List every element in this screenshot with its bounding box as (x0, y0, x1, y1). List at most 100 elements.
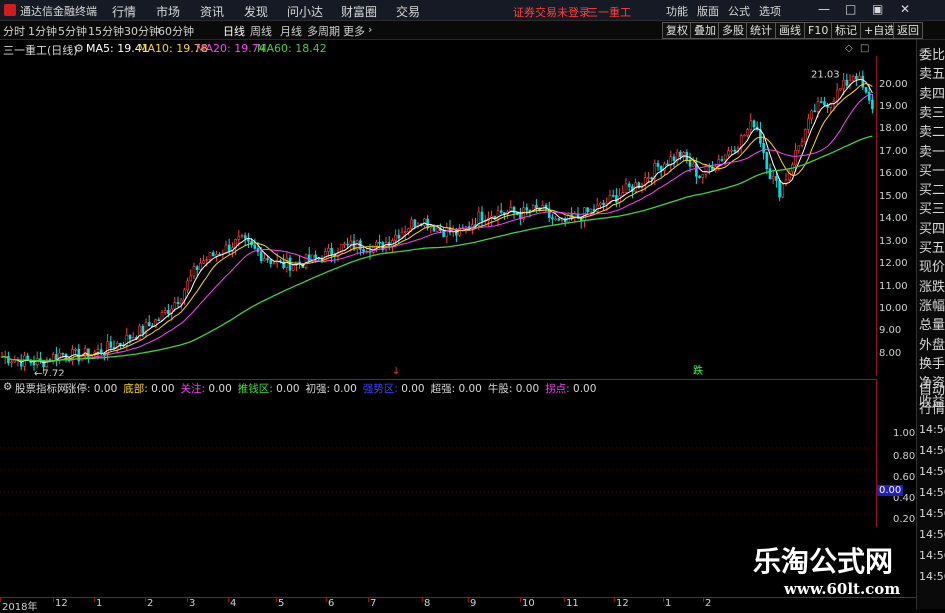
candle-body (346, 243, 349, 246)
candlestick-chart[interactable]: 21.03 ←7.72 ↓ 跌 (0, 56, 876, 376)
menu-banmian[interactable]: 版面 (697, 3, 719, 19)
candle-body (797, 145, 801, 151)
menu-jiaoyi[interactable]: 交易 (396, 3, 420, 20)
low-price-label: ←7.72 (34, 368, 65, 376)
draw-line-button[interactable]: 画线 (775, 22, 805, 39)
period-60min[interactable]: 60分钟 (158, 23, 194, 39)
period-monthly[interactable]: 月线 (280, 23, 302, 39)
ma20-label: MA20: 19.74 (196, 42, 266, 55)
candle-body (800, 141, 804, 147)
candle-body (327, 247, 330, 252)
period-5min[interactable]: 5分钟 (58, 23, 87, 39)
candle-body (807, 118, 810, 130)
menu-shichang[interactable]: 市场 (156, 3, 180, 20)
candle-body (7, 356, 10, 364)
candle-body (32, 362, 36, 366)
candle-body (765, 152, 769, 169)
candle-body (208, 252, 212, 261)
high-price-label: 21.03 (811, 70, 840, 81)
candle-body (845, 79, 849, 86)
f10-button[interactable]: F10 (804, 22, 833, 39)
candle-body (647, 177, 650, 179)
candle-body (167, 310, 170, 315)
settings-gear-icon[interactable]: ⚙ (74, 42, 84, 55)
menu-hangqing[interactable]: 行情 (112, 3, 136, 20)
auto-quote-label[interactable]: 自动 (919, 383, 945, 399)
menu-zixun[interactable]: 资讯 (200, 3, 224, 20)
period-15min[interactable]: 15分钟 (88, 23, 124, 39)
quote-label: 现价 (919, 260, 945, 276)
indicator-gear-icon[interactable]: ⚙ (3, 381, 12, 393)
candle-body (227, 244, 231, 252)
signal-marker: ↓ (392, 366, 400, 376)
maximize-icon[interactable]: ▣ (872, 2, 883, 16)
candle-body (384, 242, 388, 250)
auto-quote-label[interactable]: 行情 (919, 402, 945, 418)
mark-button[interactable]: 标记 (831, 22, 861, 39)
candle-body (435, 227, 439, 232)
candle-body (314, 254, 317, 259)
date-tick (326, 598, 327, 602)
period-1min[interactable]: 1分钟 (28, 23, 57, 39)
candle-body (109, 341, 113, 348)
more-chevron-icon[interactable]: › (368, 23, 372, 36)
y-tick: 16.00 (879, 168, 908, 179)
ind-y-tick: 1.00 (893, 428, 916, 439)
menu-gongneng[interactable]: 功能 (666, 3, 688, 19)
menu-gongshi[interactable]: 公式 (728, 3, 750, 19)
candle-body (839, 88, 842, 91)
candle-body (163, 310, 167, 313)
close-icon[interactable]: ✕ (900, 2, 910, 16)
quote-label: 买三 (919, 202, 945, 218)
candle-body (867, 91, 871, 101)
quote-label: 总量 (919, 318, 945, 334)
back-button[interactable]: 返回 (893, 22, 923, 39)
period-more[interactable]: 更多 (343, 23, 365, 39)
signal-down-marker: 跌 (693, 364, 703, 376)
minimize-icon[interactable]: — (818, 2, 830, 16)
date-label: 5 (278, 598, 285, 609)
menu-xuanxiang[interactable]: 选项 (759, 3, 781, 19)
menu-faxian[interactable]: 发现 (244, 3, 268, 20)
y-tick: 20.00 (879, 79, 908, 90)
stats-button[interactable]: 统计 (746, 22, 776, 39)
multi-stock-button[interactable]: 多股 (718, 22, 748, 39)
y-tick: 19.00 (879, 101, 908, 112)
candle-body (525, 207, 529, 211)
tick-time: 14:56 (919, 549, 945, 562)
candle-body (602, 202, 605, 205)
period-fenshi[interactable]: 分时 (3, 23, 25, 39)
fuquan-button[interactable]: 复权 (662, 22, 692, 39)
candle-body (211, 252, 215, 257)
candle-body (375, 242, 378, 247)
app-title: 通达信金融终端 (20, 5, 97, 18)
login-status[interactable]: 证券交易未登录 (513, 4, 590, 20)
current-stock: 三一重工 (587, 6, 631, 19)
overlay-button[interactable]: 叠加 (690, 22, 720, 39)
candle-body (749, 120, 753, 130)
period-daily[interactable]: 日线 (223, 23, 245, 39)
period-multi[interactable]: 多周期 (307, 23, 340, 39)
y-tick: 14.00 (879, 213, 908, 224)
watermark-url: www.60lt.com (784, 580, 901, 598)
candle-body (691, 163, 695, 167)
ind-y-tick: 0.60 (893, 472, 916, 483)
candle-body (835, 89, 839, 102)
period-weekly[interactable]: 周线 (250, 23, 272, 39)
diamond-icon[interactable]: ◇ (845, 43, 853, 54)
candle-body (147, 322, 151, 327)
candle-body (586, 207, 589, 213)
candle-body (189, 275, 193, 282)
candle-body (106, 341, 109, 355)
restore-icon[interactable]: □ (845, 2, 856, 16)
quote-label: 卖五 (919, 67, 945, 83)
menu-caifuquan[interactable]: 财富圈 (341, 3, 377, 20)
period-30min[interactable]: 30分钟 (124, 23, 160, 39)
candle-body (391, 240, 394, 247)
candle-body (871, 100, 874, 110)
menu-wenxiaoda[interactable]: 问小达 (287, 3, 323, 20)
date-tick (422, 598, 423, 602)
maximize-panel-icon[interactable]: □ (860, 43, 869, 54)
indicator-chart[interactable] (0, 394, 876, 527)
quote-label: 涨幅 (919, 298, 945, 314)
